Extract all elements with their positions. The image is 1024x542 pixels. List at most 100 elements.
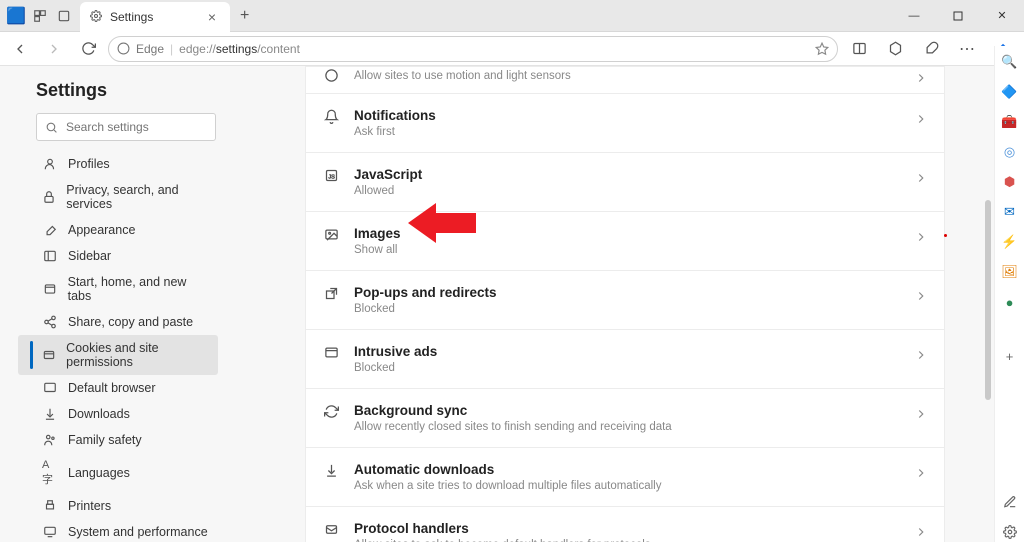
permission-title: Background sync: [354, 403, 900, 418]
nav-item-label: Appearance: [68, 223, 135, 237]
nav-item-lang[interactable]: A字Languages: [18, 453, 218, 493]
maximize-button[interactable]: [936, 0, 980, 32]
ads-icon: [322, 345, 340, 360]
strip-tools-icon[interactable]: 🧰: [1000, 112, 1020, 132]
browser-right-sidebar: 🔍 🔷 🧰 ◎ ⬢ ✉ ⚡ 🖼 ● +: [994, 46, 1024, 542]
tab-title: Settings: [110, 10, 198, 24]
strip-onenote-icon[interactable]: ●: [1000, 292, 1020, 312]
permission-desc: Show all: [354, 244, 900, 256]
nav-item-lock[interactable]: Privacy, search, and services: [18, 177, 218, 217]
permission-row-motion[interactable]: Allow sites to use motion and light sens…: [305, 66, 945, 94]
nav-item-profile[interactable]: Profiles: [18, 151, 218, 177]
forward-button[interactable]: [40, 35, 68, 63]
workspaces-icon[interactable]: [32, 8, 48, 24]
browser-icon: [42, 381, 58, 395]
strip-drop-icon[interactable]: ⚡: [1000, 232, 1020, 252]
nav-item-label: Privacy, search, and services: [66, 183, 210, 211]
nav-item-label: Downloads: [68, 407, 130, 421]
site-info-icon[interactable]: [117, 42, 130, 55]
split-screen-icon[interactable]: [844, 35, 874, 63]
permission-title: Protocol handlers: [354, 521, 900, 536]
permission-desc: Allow sites to use motion and light sens…: [354, 70, 900, 82]
chevron-right-icon: [914, 407, 928, 421]
address-bar[interactable]: Edge | edge://settings/content: [108, 36, 838, 62]
permission-title: Notifications: [354, 108, 900, 123]
strip-games-icon[interactable]: ◎: [1000, 142, 1020, 162]
permissions-list: Allow sites to use motion and light sens…: [305, 66, 945, 542]
permission-title: Automatic downloads: [354, 462, 900, 477]
chevron-right-icon: [914, 525, 928, 539]
chevron-right-icon: [914, 230, 928, 244]
permission-row-ads[interactable]: Intrusive adsBlocked: [305, 330, 945, 389]
nav-item-system[interactable]: System and performance: [18, 519, 218, 542]
permission-row-image[interactable]: Images Show all: [305, 212, 945, 271]
nav-item-label: Share, copy and paste: [68, 315, 193, 329]
nav-item-share[interactable]: Share, copy and paste: [18, 309, 218, 335]
tab-actions-icon[interactable]: [56, 8, 72, 24]
nav-item-home[interactable]: Start, home, and new tabs: [18, 269, 218, 309]
nav-item-family[interactable]: Family safety: [18, 427, 218, 453]
strip-outlook-icon[interactable]: ✉: [1000, 202, 1020, 222]
profile-icon: [42, 157, 58, 171]
nav-item-download[interactable]: Downloads: [18, 401, 218, 427]
nav-item-browser[interactable]: Default browser: [18, 375, 218, 401]
permission-row-js[interactable]: JSJavaScriptAllowed: [305, 153, 945, 212]
svg-text:JS: JS: [328, 175, 335, 181]
js-icon: JS: [322, 168, 340, 183]
app-icon: 🟦: [8, 8, 24, 24]
chevron-right-icon: [914, 348, 928, 362]
permission-row-bell[interactable]: NotificationsAsk first: [305, 94, 945, 153]
strip-image-icon[interactable]: 🖼: [1000, 262, 1020, 282]
permission-row-dl[interactable]: Automatic downloadsAsk when a site tries…: [305, 448, 945, 507]
close-window-button[interactable]: ✕: [980, 0, 1024, 32]
settings-search[interactable]: [36, 113, 216, 141]
strip-office-icon[interactable]: ⬢: [1000, 172, 1020, 192]
search-icon: [45, 121, 58, 134]
extensions-icon[interactable]: [916, 35, 946, 63]
nav-item-label: Family safety: [68, 433, 142, 447]
strip-add-icon[interactable]: +: [1000, 346, 1020, 366]
printer-icon: [42, 499, 58, 513]
menu-icon[interactable]: ⋯: [952, 35, 982, 63]
collections-icon[interactable]: [880, 35, 910, 63]
cookies-icon: [42, 348, 56, 362]
permission-row-sync[interactable]: Background sync Allow recently closed sit…: [305, 389, 945, 448]
permission-row-proto[interactable]: Protocol handlersAllow sites to ask to b…: [305, 507, 945, 542]
strip-settings-icon[interactable]: [1000, 522, 1020, 542]
home-icon: [42, 282, 58, 296]
minimize-button[interactable]: —: [892, 0, 936, 32]
gear-icon: [90, 10, 104, 24]
settings-search-input[interactable]: [66, 120, 221, 134]
close-tab-button[interactable]: ×: [204, 9, 220, 25]
nav-item-label: Printers: [68, 499, 111, 513]
family-icon: [42, 433, 58, 447]
strip-shopping-icon[interactable]: 🔷: [1000, 82, 1020, 102]
new-tab-button[interactable]: +: [230, 7, 259, 25]
chevron-right-icon: [914, 112, 928, 126]
permission-title: Images: [354, 226, 900, 241]
nav-item-cookies[interactable]: Cookies and site permissions: [18, 335, 218, 375]
chevron-right-icon: [914, 289, 928, 303]
strip-edit-icon[interactable]: [1000, 492, 1020, 512]
settings-nav: Profiles Privacy, search, and services App…: [18, 151, 218, 542]
back-button[interactable]: [6, 35, 34, 63]
nav-item-label: Profiles: [68, 157, 110, 171]
refresh-button[interactable]: [74, 35, 102, 63]
lang-icon: A字: [42, 459, 58, 487]
favorite-icon[interactable]: [815, 42, 829, 56]
browser-tab[interactable]: Settings ×: [80, 2, 230, 32]
chevron-right-icon: [914, 466, 928, 480]
nav-item-appearance[interactable]: Appearance: [18, 217, 218, 243]
scrollbar-thumb[interactable]: [985, 200, 991, 400]
nav-item-printer[interactable]: Printers: [18, 493, 218, 519]
permission-desc: Allow recently closed sites to finish se…: [354, 421, 900, 433]
motion-icon: [322, 68, 340, 83]
settings-heading: Settings: [36, 80, 218, 101]
popup-icon: [322, 286, 340, 301]
nav-item-label: System and performance: [68, 525, 208, 539]
strip-search-icon[interactable]: 🔍: [1000, 52, 1020, 72]
nav-item-sidebar[interactable]: Sidebar: [18, 243, 218, 269]
proto-icon: [322, 522, 340, 537]
permission-row-popup[interactable]: Pop-ups and redirectsBlocked: [305, 271, 945, 330]
browser-toolbar: Edge | edge://settings/content ⋯ ◆: [0, 32, 1024, 66]
